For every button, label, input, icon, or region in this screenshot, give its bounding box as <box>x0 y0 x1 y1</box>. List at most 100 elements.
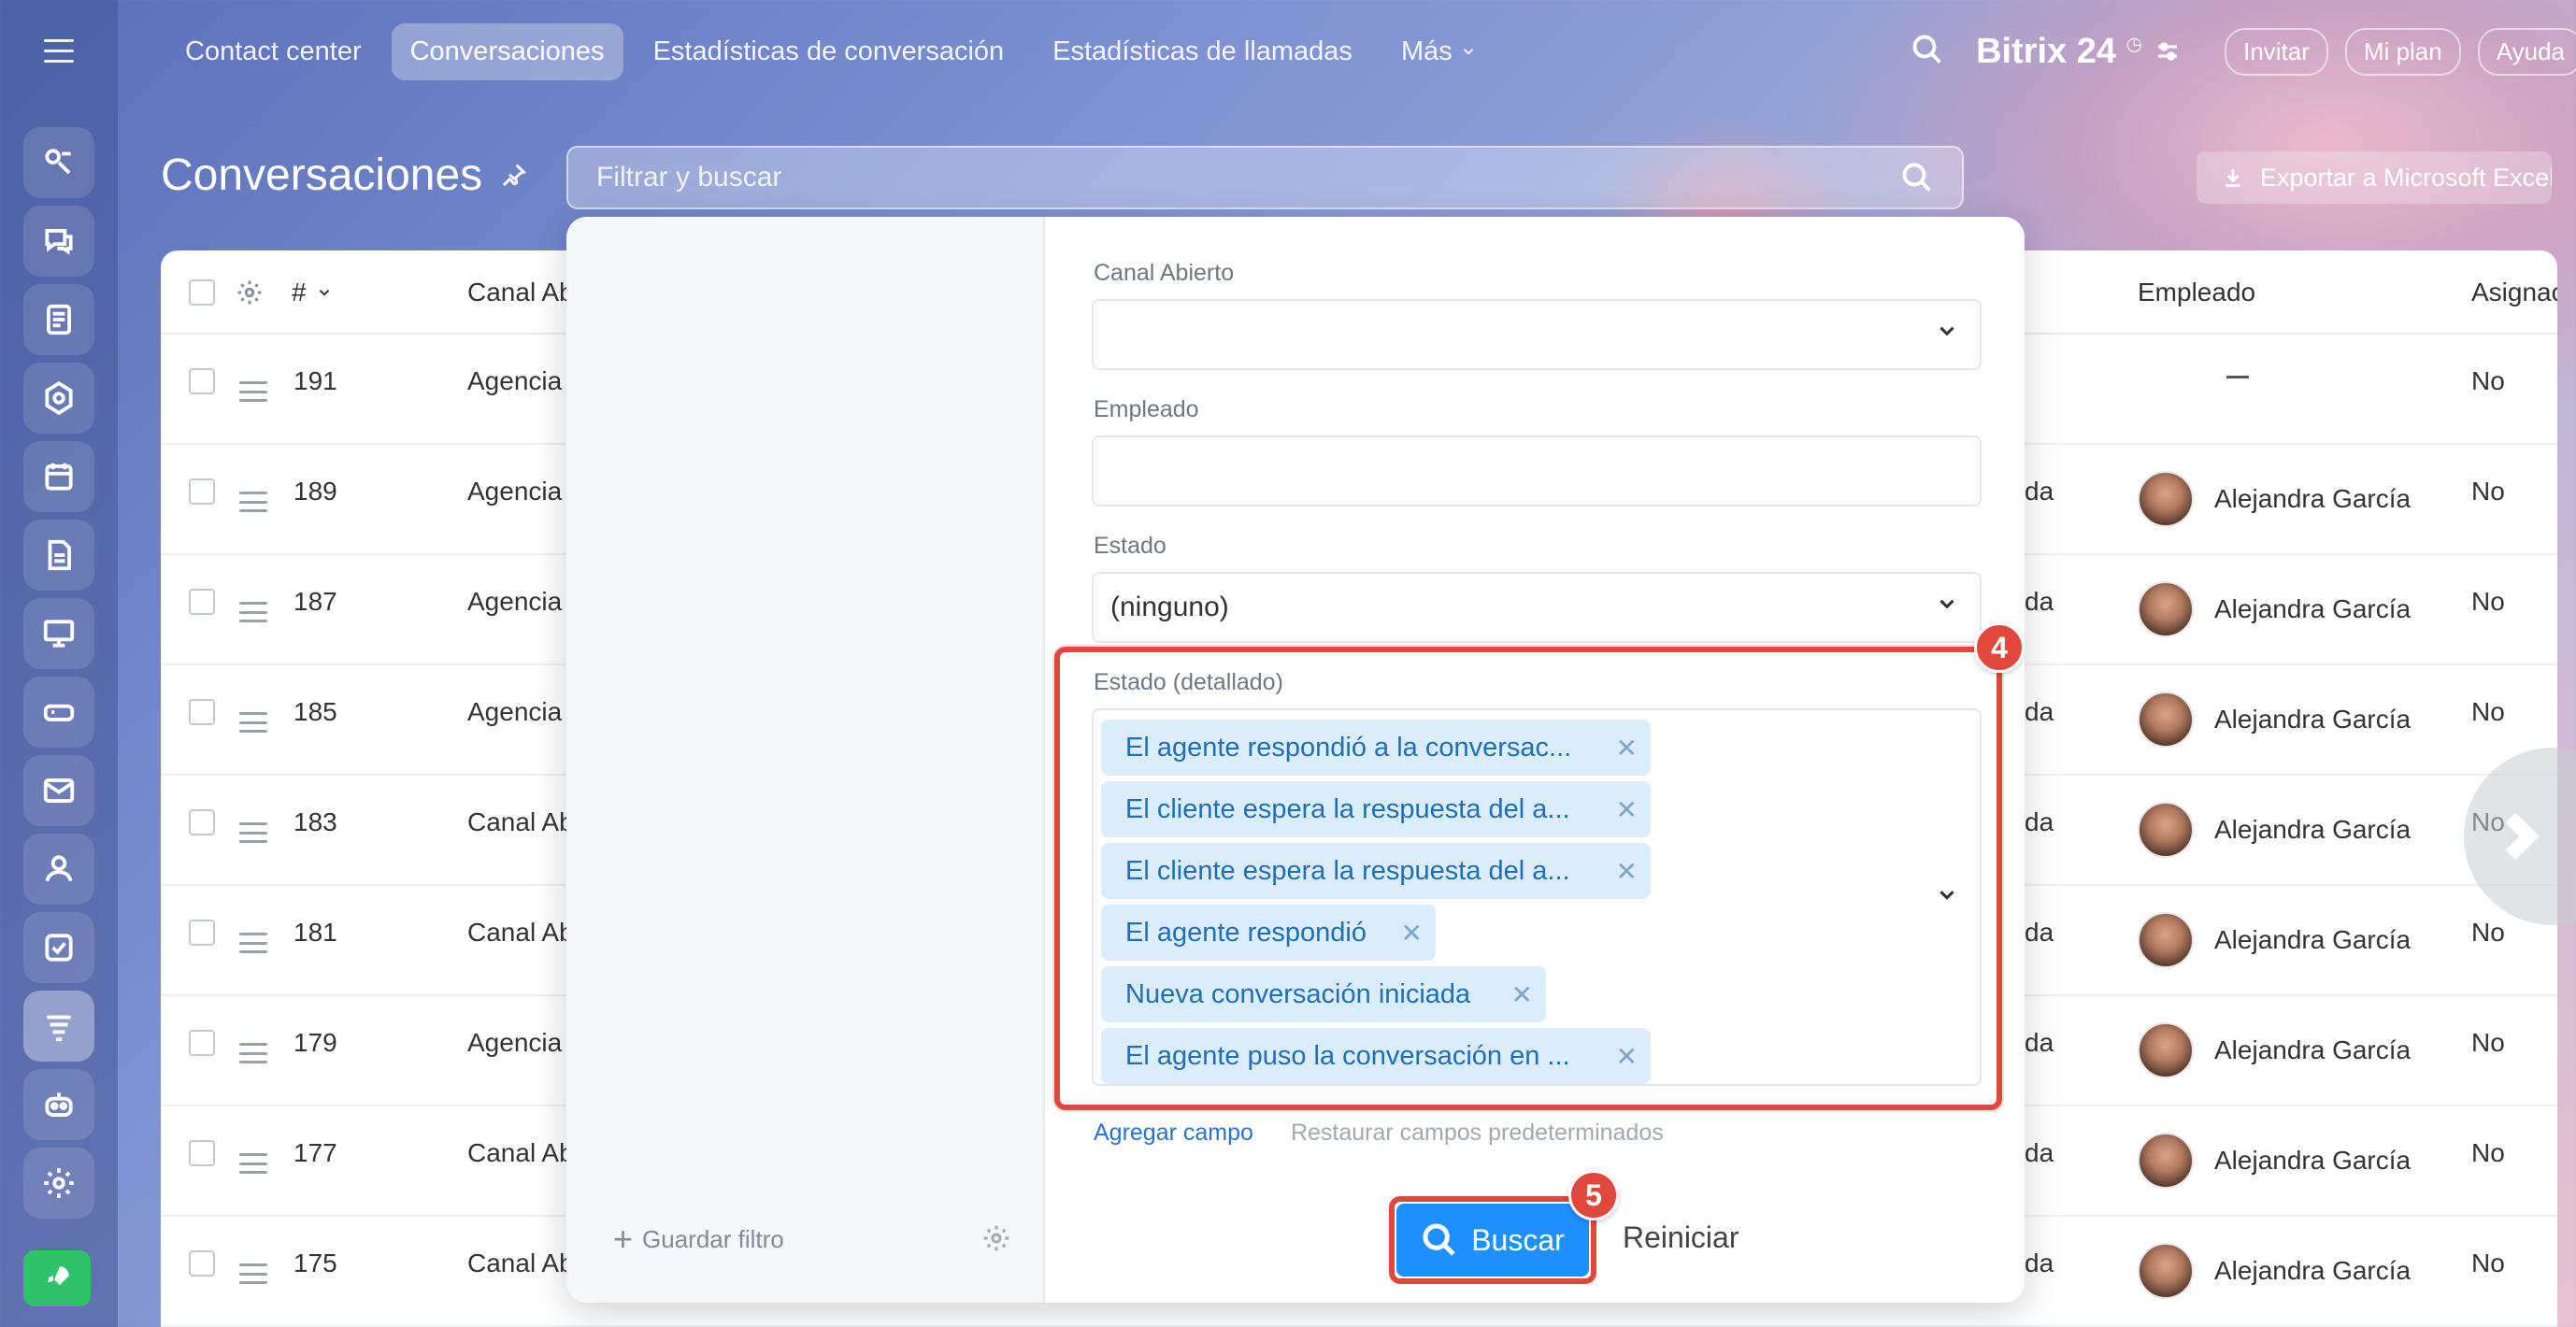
column-employee[interactable]: Empleado <box>2138 250 2255 335</box>
row-employee[interactable]: Alejandra García <box>2138 1022 2411 1078</box>
close-icon[interactable]: ✕ <box>1616 1041 1638 1072</box>
status-tag-label: El agente respondió <box>1125 917 1367 948</box>
pin-icon[interactable] <box>499 162 527 190</box>
chevron-down-icon <box>1935 319 1959 350</box>
sliders-icon[interactable] <box>2154 37 2182 65</box>
document-icon[interactable] <box>23 520 94 591</box>
export-excel-button[interactable]: Exportar a Microsoft Excel <box>2197 151 2552 204</box>
my-plan-button[interactable]: Mi plan <box>2344 27 2461 76</box>
row-checkbox[interactable] <box>189 1250 215 1277</box>
close-icon[interactable]: ✕ <box>1401 918 1423 949</box>
row-id[interactable]: 189 <box>293 477 337 507</box>
settings-icon[interactable] <box>23 1148 94 1219</box>
help-button[interactable]: Ayuda <box>2477 27 2576 76</box>
chevron-down-icon[interactable] <box>1935 883 1959 912</box>
employee-field[interactable] <box>1092 435 1982 507</box>
row-checkbox[interactable] <box>189 478 215 505</box>
close-icon[interactable]: ✕ <box>1616 733 1638 763</box>
save-filter-label: Guardar filtro <box>642 1224 784 1253</box>
search-button[interactable]: Buscar <box>1396 1204 1589 1277</box>
nav-more[interactable]: Más <box>1382 23 1496 80</box>
avatar <box>2138 912 2194 968</box>
filter-search-bar[interactable] <box>566 146 1964 209</box>
row-checkbox[interactable] <box>189 699 215 725</box>
row-checkbox[interactable] <box>189 1030 215 1056</box>
crm-icon[interactable] <box>23 363 94 434</box>
row-checkbox[interactable] <box>189 920 215 946</box>
column-channel[interactable]: Canal Ab <box>467 250 574 335</box>
row-checkbox[interactable] <box>189 809 215 835</box>
row-employee[interactable]: Alejandra García <box>2138 471 2411 527</box>
row-channel: Canal Ab <box>467 1138 574 1167</box>
drag-handle-icon[interactable] <box>239 933 267 953</box>
feed-icon[interactable] <box>23 284 94 355</box>
nav-conversation-stats[interactable]: Estadísticas de conversación <box>635 23 1023 80</box>
row-id[interactable]: 185 <box>293 697 337 727</box>
nav-call-stats[interactable]: Estadísticas de llamadas <box>1034 23 1371 80</box>
drag-handle-icon[interactable] <box>239 492 267 512</box>
drag-handle-icon[interactable] <box>239 822 267 843</box>
search-icon[interactable] <box>1911 33 1948 70</box>
search-icon[interactable] <box>1900 161 1934 194</box>
calendar-icon[interactable] <box>23 441 94 512</box>
row-id[interactable]: 175 <box>293 1249 337 1278</box>
row-employee[interactable]: Alejandra García <box>2138 692 2411 748</box>
save-filter-button[interactable]: + Guardar filtro <box>613 1222 784 1256</box>
column-id[interactable]: # <box>292 250 333 335</box>
status-select[interactable]: (ninguno) <box>1092 572 1982 643</box>
activity-icon[interactable] <box>23 127 94 198</box>
open-channel-select[interactable] <box>1092 299 1982 370</box>
row-employee[interactable]: Alejandra García <box>2138 581 2411 637</box>
chat-icon[interactable] <box>23 206 94 277</box>
drag-handle-icon[interactable] <box>239 1263 267 1284</box>
filter-search-input[interactable] <box>596 162 1900 193</box>
drag-handle-icon[interactable] <box>239 602 267 622</box>
nav-more-label: Más <box>1400 36 1453 66</box>
field-links: Agregar campo Restaurar campos predeterm… <box>1094 1120 1664 1147</box>
row-employee[interactable]: Alejandra García <box>2138 1133 2411 1189</box>
mail-icon[interactable] <box>23 755 94 826</box>
nav-conversaciones[interactable]: Conversaciones <box>391 22 623 80</box>
restore-fields-link[interactable]: Restaurar campos predeterminados <box>1291 1120 1664 1147</box>
row-checkbox[interactable] <box>189 1140 215 1166</box>
drive-icon[interactable] <box>23 677 94 748</box>
row-id[interactable]: 177 <box>293 1138 337 1168</box>
row-id[interactable]: 187 <box>293 587 337 617</box>
drag-handle-icon[interactable] <box>239 381 267 402</box>
robot-icon[interactable] <box>23 1069 94 1140</box>
close-icon[interactable]: ✕ <box>1616 856 1638 887</box>
contact-center-icon[interactable] <box>23 991 94 1062</box>
contacts-icon[interactable] <box>23 834 94 905</box>
row-assigned: No <box>2471 697 2505 726</box>
brand-name: Bitrix 24 <box>1976 31 2117 71</box>
row-checkbox[interactable] <box>189 368 215 394</box>
row-id[interactable]: 183 <box>293 807 337 837</box>
close-icon[interactable]: ✕ <box>1616 794 1638 825</box>
nav-contact-center[interactable]: Contact center <box>166 23 380 80</box>
row-employee[interactable]: Alejandra García <box>2138 912 2411 968</box>
row-id[interactable]: 179 <box>293 1028 337 1058</box>
close-icon[interactable]: ✕ <box>1511 979 1533 1010</box>
presentation-icon[interactable] <box>23 598 94 669</box>
row-employee[interactable]: Alejandra García <box>2138 1243 2411 1299</box>
status-detailed-multiselect[interactable]: El agente respondió a la conversac... ✕ El… <box>1092 708 1982 1086</box>
add-field-link[interactable]: Agregar campo <box>1094 1120 1253 1147</box>
drag-handle-icon[interactable] <box>239 1153 267 1174</box>
gear-icon[interactable] <box>981 1223 1011 1258</box>
row-status: da <box>2025 477 2054 506</box>
row-employee[interactable]: Alejandra García <box>2138 802 2411 858</box>
select-all-checkbox[interactable] <box>189 279 215 306</box>
reset-button[interactable]: Reiniciar <box>1623 1220 1739 1255</box>
row-checkbox[interactable] <box>189 589 215 615</box>
row-id[interactable]: 191 <box>293 366 337 396</box>
drag-handle-icon[interactable] <box>239 1043 267 1063</box>
invite-button[interactable]: Invitar <box>2225 27 2328 76</box>
column-assigned[interactable]: Asignac <box>2471 250 2557 335</box>
column-settings-icon[interactable] <box>236 250 264 335</box>
rocket-icon[interactable] <box>23 1250 91 1306</box>
menu-icon[interactable] <box>40 32 78 69</box>
row-assigned: No <box>2471 918 2505 947</box>
row-id[interactable]: 181 <box>293 918 337 948</box>
tasks-icon[interactable] <box>23 912 94 983</box>
drag-handle-icon[interactable] <box>239 712 267 733</box>
